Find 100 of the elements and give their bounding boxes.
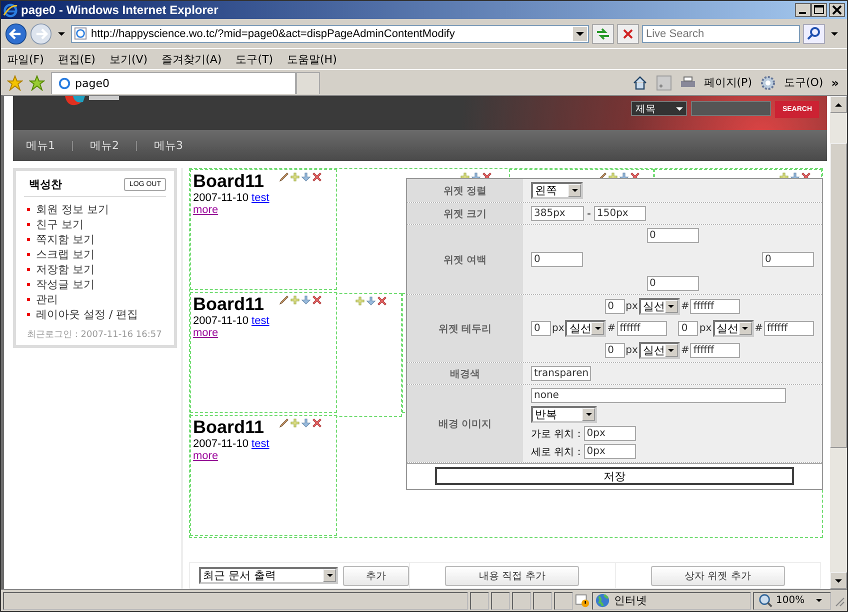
menu-item[interactable]: 즐겨찾기(A) xyxy=(162,52,222,66)
widget-type-dropdown[interactable]: 최근 문서 출력 xyxy=(199,567,338,584)
scroll-up-icon[interactable] xyxy=(835,102,842,106)
nav-link[interactable]: 메뉴2 xyxy=(90,138,119,153)
delete-icon[interactable] xyxy=(312,172,322,182)
menu-item[interactable]: 도움말(H) xyxy=(287,52,337,66)
down-arrow-icon[interactable] xyxy=(301,172,311,182)
border-width-field[interactable]: 0 xyxy=(531,321,551,336)
down-arrow-icon[interactable] xyxy=(366,296,376,306)
add-favorite-icon[interactable] xyxy=(29,74,45,90)
caret-icon[interactable] xyxy=(668,349,674,352)
browser-tab[interactable]: page0 xyxy=(51,72,296,94)
down-arrow-icon[interactable] xyxy=(301,418,311,428)
address-field[interactable]: http://happyscience.wo.tc/?mid=page0&act=dispPageAdminContentModify xyxy=(71,24,589,42)
repeat-dropdown[interactable]: 반복 xyxy=(531,406,597,423)
more-link[interactable]: more xyxy=(193,327,218,339)
caret-icon[interactable] xyxy=(594,327,601,330)
more-link[interactable]: more xyxy=(193,204,218,216)
border-width-field[interactable]: 0 xyxy=(678,321,698,336)
menu-item[interactable]: 편집(E) xyxy=(58,52,96,66)
caret-icon[interactable] xyxy=(676,106,684,110)
maximize-icon[interactable] xyxy=(811,3,827,17)
post-link[interactable]: test xyxy=(252,315,270,327)
nav-link[interactable]: 메뉴1 xyxy=(26,138,55,153)
image-url-field[interactable]: none xyxy=(531,388,786,403)
border-width-field[interactable]: 0 xyxy=(604,299,625,314)
pencil-icon[interactable] xyxy=(279,295,289,305)
search-icon[interactable] xyxy=(803,24,825,44)
zone-text: 인터넷 xyxy=(614,593,647,608)
menu-item[interactable]: 파일(F) xyxy=(7,52,44,66)
account-link[interactable]: 작성글 보기 xyxy=(36,277,94,292)
minimize-icon[interactable] xyxy=(795,3,811,17)
caret-icon[interactable] xyxy=(742,327,748,330)
pencil-icon[interactable] xyxy=(279,418,289,428)
scroll-down-icon[interactable] xyxy=(835,578,842,582)
x-position-field[interactable]: 0px xyxy=(584,426,636,441)
border-color-field[interactable]: ffffff xyxy=(616,321,667,336)
nav-link[interactable]: 메뉴3 xyxy=(154,138,183,153)
account-link[interactable]: 친구 보기 xyxy=(36,217,84,232)
add-button[interactable]: 추가 xyxy=(343,566,409,586)
bottom-margin-field[interactable]: 0 xyxy=(646,276,698,291)
caret-icon[interactable] xyxy=(668,305,674,308)
home-icon[interactable] xyxy=(632,74,648,90)
gear-icon[interactable] xyxy=(760,74,776,90)
border-color-field[interactable]: ffffff xyxy=(690,343,740,358)
search-type-dropdown[interactable]: 제목 xyxy=(631,101,688,116)
delete-icon[interactable] xyxy=(312,418,322,428)
height-field[interactable]: 150px xyxy=(594,206,646,221)
account-link[interactable]: 저장함 보기 xyxy=(36,262,94,277)
account-link[interactable]: 쪽지함 보기 xyxy=(36,232,94,247)
background-color-field[interactable]: transparen xyxy=(531,366,591,381)
border-width-field[interactable]: 0 xyxy=(604,343,625,358)
caret-icon[interactable] xyxy=(816,599,822,602)
caret-icon[interactable] xyxy=(586,413,592,416)
page-menu[interactable]: 페이지(P) xyxy=(704,75,752,90)
back-icon[interactable] xyxy=(5,22,27,44)
align-dropdown[interactable]: 왼쪽 xyxy=(531,182,583,199)
tools-menu[interactable]: 도구(O) xyxy=(784,75,824,90)
close-icon[interactable] xyxy=(829,3,845,17)
star-icon[interactable] xyxy=(7,74,23,90)
caret-icon[interactable] xyxy=(58,32,65,36)
more-link[interactable]: more xyxy=(193,450,218,462)
border-color-field[interactable]: ffffff xyxy=(690,299,740,314)
dropdown-icon[interactable] xyxy=(573,26,587,40)
site-search-field[interactable] xyxy=(691,101,772,116)
account-link[interactable]: 회원 정보 보기 xyxy=(36,202,109,217)
refresh-icon[interactable] xyxy=(592,24,614,44)
resize-grip-icon[interactable] xyxy=(833,594,845,606)
more-button[interactable]: » xyxy=(831,76,839,90)
zoom-icon[interactable] xyxy=(758,593,773,608)
scrollbar[interactable] xyxy=(830,96,847,589)
left-margin-field[interactable]: 0 xyxy=(531,252,583,267)
border-style-dropdown[interactable]: 실선 xyxy=(565,320,606,337)
y-position-field[interactable]: 0px xyxy=(584,444,636,459)
save-button[interactable]: 저장 xyxy=(435,467,794,485)
caret-icon[interactable] xyxy=(326,574,333,577)
border-style-dropdown[interactable]: 실선 xyxy=(638,298,680,315)
caret-icon[interactable] xyxy=(572,189,578,192)
add-box-widget-button[interactable]: 상자 위젯 추가 xyxy=(650,566,785,586)
account-link[interactable]: 관리 xyxy=(36,292,58,307)
search-field[interactable]: Live Search xyxy=(642,24,800,42)
pencil-icon[interactable] xyxy=(279,172,289,182)
menu-item[interactable]: 보기(V) xyxy=(109,52,148,66)
post-link[interactable]: test xyxy=(252,438,270,450)
top-margin-field[interactable]: 0 xyxy=(646,228,698,243)
add-content-button[interactable]: 내용 직접 추가 xyxy=(445,566,580,586)
width-field[interactable]: 385px xyxy=(531,206,584,221)
delete-icon[interactable] xyxy=(312,295,322,305)
right-margin-field[interactable]: 0 xyxy=(762,252,814,267)
stop-icon[interactable] xyxy=(617,24,639,44)
border-style-dropdown[interactable]: 실선 xyxy=(638,342,680,359)
delete-icon[interactable] xyxy=(377,296,387,306)
account-link[interactable]: 레이아웃 설정 / 편집 xyxy=(36,307,138,322)
border-style-dropdown[interactable]: 실선 xyxy=(712,320,754,337)
caret-icon[interactable] xyxy=(831,32,838,36)
menu-item[interactable]: 도구(T) xyxy=(236,52,273,66)
border-color-field[interactable]: ffffff xyxy=(764,321,814,336)
down-arrow-icon[interactable] xyxy=(301,295,311,305)
post-link[interactable]: test xyxy=(252,192,270,204)
account-link[interactable]: 스크랩 보기 xyxy=(36,247,94,262)
